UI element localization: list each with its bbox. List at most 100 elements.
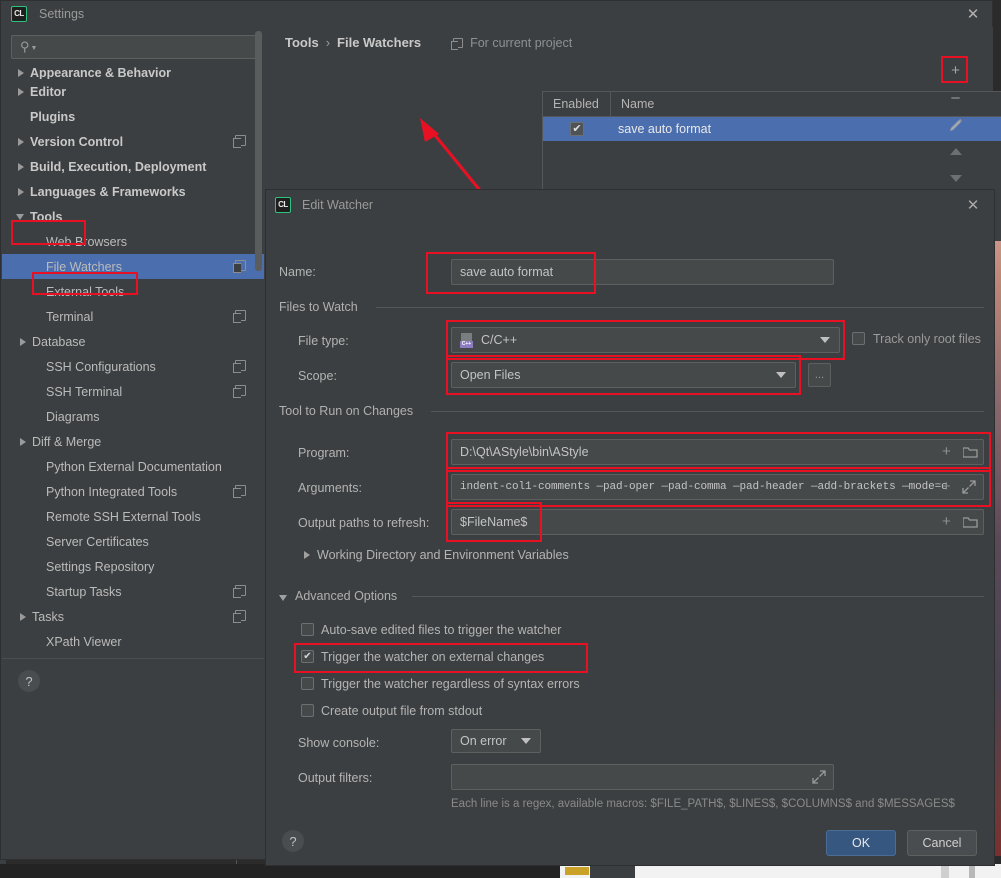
help-button[interactable]: ? <box>18 670 40 692</box>
sidebar-item-terminal[interactable]: Terminal <box>2 304 264 329</box>
sidebar-item-external-tools[interactable]: External Tools <box>2 279 264 304</box>
sidebar-item-diff-merge[interactable]: Diff & Merge <box>2 429 264 454</box>
sidebar-item-plugins[interactable]: Plugins <box>2 104 264 129</box>
program-field[interactable]: D:\Qt\AStyle\bin\AStyle <box>451 439 984 465</box>
file-type-combo[interactable]: C++ C/C++ <box>451 327 840 353</box>
chevron-down-icon[interactable] <box>279 593 288 602</box>
checkbox-auto-save-label: Auto-save edited files to trigger the wa… <box>321 623 562 637</box>
insert-macro-icon[interactable]: + <box>942 478 951 495</box>
ok-button[interactable]: OK <box>826 830 896 856</box>
checkbox-stdout[interactable] <box>301 704 314 717</box>
working-directory-label[interactable]: Working Directory and Environment Variab… <box>317 548 569 562</box>
sidebar-item-version-control[interactable]: Version Control <box>2 129 264 154</box>
cancel-button[interactable]: Cancel <box>907 830 977 856</box>
sidebar-item-label: Startup Tasks <box>46 584 122 599</box>
close-icon[interactable]: ✕ <box>964 5 982 23</box>
sidebar-item-tools[interactable]: Tools <box>2 204 264 229</box>
column-header-enabled[interactable]: Enabled <box>543 91 611 117</box>
row-enabled-cell[interactable]: ✔ <box>543 122 611 136</box>
remove-watcher-button[interactable]: – <box>942 84 969 111</box>
browse-folder-icon[interactable] <box>963 446 978 458</box>
dialog-help-button[interactable]: ? <box>282 830 304 852</box>
output-paths-field[interactable]: $FileName$ <box>451 509 984 535</box>
show-console-label: Show console: <box>298 736 380 750</box>
sidebar-item-tasks[interactable]: Tasks <box>2 604 264 629</box>
chevron-down-icon[interactable] <box>820 337 830 343</box>
track-root-checkbox[interactable] <box>852 332 865 345</box>
sidebar-item-editor[interactable]: Editor <box>2 79 264 104</box>
sidebar-item-appearance-behavior[interactable]: Appearance & Behavior <box>2 67 264 79</box>
close-icon[interactable]: ✕ <box>964 196 982 214</box>
table-row[interactable]: ✔ save auto format Project <box>543 117 1001 141</box>
chevron-right-icon[interactable] <box>16 186 27 197</box>
sidebar-item-build-execution-deployment[interactable]: Build, Execution, Deployment <box>2 154 264 179</box>
move-down-button[interactable] <box>942 165 969 192</box>
chevron-down-icon[interactable] <box>521 738 531 744</box>
dialog-titlebar: CL Edit Watcher ✕ <box>266 190 994 220</box>
chevron-right-icon[interactable] <box>18 336 29 347</box>
edit-watcher-button[interactable] <box>942 111 969 138</box>
checkbox-syntax-errors[interactable] <box>301 677 314 690</box>
sidebar-scrollbar[interactable] <box>255 31 262 271</box>
chevron-down-icon[interactable] <box>16 211 27 222</box>
sidebar-item-python-integrated-tools[interactable]: Python Integrated Tools <box>2 479 264 504</box>
chevron-right-icon[interactable] <box>18 611 29 622</box>
browse-folder-icon[interactable] <box>963 516 978 528</box>
sidebar-item-ssh-terminal[interactable]: SSH Terminal <box>2 379 264 404</box>
move-up-button[interactable] <box>942 138 969 165</box>
sidebar-item-python-external-documentation[interactable]: Python External Documentation <box>2 454 264 479</box>
checkbox-external-changes-label: Trigger the watcher on external changes <box>321 650 545 664</box>
chevron-right-icon[interactable] <box>16 68 27 79</box>
sidebar-item-remote-ssh-external-tools[interactable]: Remote SSH External Tools <box>2 504 264 529</box>
sidebar-item-startup-tasks[interactable]: Startup Tasks <box>2 579 264 604</box>
search-box[interactable]: ⚲ ▼ <box>11 35 256 59</box>
chevron-down-icon[interactable] <box>776 372 786 378</box>
chevron-right-icon[interactable] <box>16 86 27 97</box>
checkbox-auto-save[interactable] <box>301 623 314 636</box>
sidebar-item-diagrams[interactable]: Diagrams <box>2 404 264 429</box>
sidebar-item-xpath-viewer[interactable]: XPath Viewer <box>2 629 264 654</box>
show-console-combo[interactable]: On error <box>451 729 541 753</box>
file-type-value: C/C++ <box>481 333 518 347</box>
breadcrumb-root[interactable]: Tools <box>285 35 319 50</box>
name-label: Name: <box>279 265 316 279</box>
add-watcher-button[interactable]: + <box>942 57 969 84</box>
sidebar-item-settings-repository[interactable]: Settings Repository <box>2 554 264 579</box>
sidebar-item-languages-frameworks[interactable]: Languages & Frameworks <box>2 179 264 204</box>
arguments-field[interactable]: indent-col1-comments —pad-oper —pad-comm… <box>451 474 984 500</box>
search-input[interactable] <box>37 40 255 54</box>
pencil-icon <box>949 118 962 131</box>
clion-logo-icon: CL <box>275 197 291 213</box>
checkbox-stdout-label: Create output file from stdout <box>321 704 483 718</box>
sidebar-item-server-certificates[interactable]: Server Certificates <box>2 529 264 554</box>
chevron-right-icon[interactable] <box>303 551 312 560</box>
enabled-checkbox[interactable]: ✔ <box>570 122 584 136</box>
sidebar-item-file-watchers[interactable]: File Watchers <box>2 254 264 279</box>
sidebar-item-label: Editor <box>30 84 67 99</box>
scope-combo[interactable]: Open Files <box>451 362 796 388</box>
sidebar-item-database[interactable]: Database <box>2 329 264 354</box>
scope-browse-button[interactable]: ... <box>808 363 831 387</box>
sidebar-item-label: Plugins <box>30 109 76 124</box>
sidebar-item-ssh-configurations[interactable]: SSH Configurations <box>2 354 264 379</box>
output-filters-field[interactable] <box>451 764 834 790</box>
arguments-label: Arguments: <box>298 481 362 495</box>
sidebar-item-web-browsers[interactable]: Web Browsers <box>2 229 264 254</box>
dialog-title: Edit Watcher <box>302 198 374 212</box>
insert-macro-icon[interactable]: + <box>942 513 951 530</box>
checkbox-external-changes[interactable]: ✔ <box>301 650 314 663</box>
table-header: Enabled Name Level <box>543 91 1001 117</box>
name-field[interactable]: save auto format <box>451 259 834 285</box>
chevron-right-icon[interactable] <box>16 161 27 172</box>
settings-footer: ? <box>2 658 264 704</box>
insert-macro-icon[interactable]: + <box>942 443 951 460</box>
advanced-options-label[interactable]: Advanced Options <box>295 589 397 603</box>
chevron-right-icon[interactable] <box>16 136 27 147</box>
watchers-toolbar: + – <box>942 57 969 197</box>
expand-editor-icon[interactable] <box>962 480 976 494</box>
expand-editor-icon[interactable] <box>812 770 826 784</box>
chevron-right-icon[interactable] <box>18 436 29 447</box>
